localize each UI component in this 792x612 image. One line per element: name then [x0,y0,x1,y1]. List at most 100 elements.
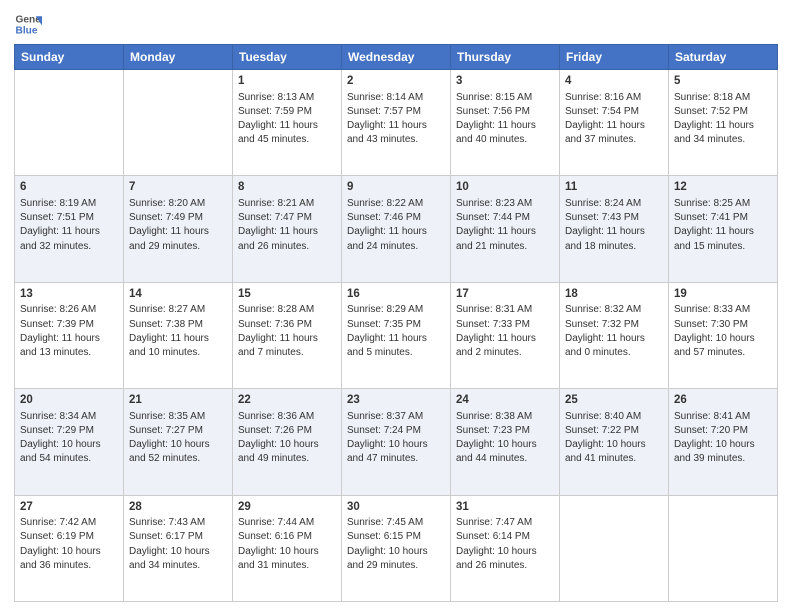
day-number: 7 [129,179,227,196]
calendar-cell: 4Sunrise: 8:16 AM Sunset: 7:54 PM Daylig… [560,70,669,176]
day-info: Sunrise: 7:47 AM Sunset: 6:14 PM Dayligh… [456,516,554,573]
day-number: 25 [565,392,663,409]
logo: General Blue [14,10,46,38]
calendar-cell: 27Sunrise: 7:42 AM Sunset: 6:19 PM Dayli… [15,495,124,601]
calendar-cell: 26Sunrise: 8:41 AM Sunset: 7:20 PM Dayli… [669,389,778,495]
svg-text:General: General [16,14,42,25]
calendar-cell: 14Sunrise: 8:27 AM Sunset: 7:38 PM Dayli… [124,282,233,388]
header: General Blue [14,10,778,38]
calendar-cell: 24Sunrise: 8:38 AM Sunset: 7:23 PM Dayli… [451,389,560,495]
calendar-cell: 10Sunrise: 8:23 AM Sunset: 7:44 PM Dayli… [451,176,560,282]
calendar-header-saturday: Saturday [669,45,778,70]
calendar-cell: 16Sunrise: 8:29 AM Sunset: 7:35 PM Dayli… [342,282,451,388]
day-number: 21 [129,392,227,409]
calendar-cell: 19Sunrise: 8:33 AM Sunset: 7:30 PM Dayli… [669,282,778,388]
day-number: 28 [129,499,227,516]
day-info: Sunrise: 8:29 AM Sunset: 7:35 PM Dayligh… [347,303,445,360]
day-info: Sunrise: 7:45 AM Sunset: 6:15 PM Dayligh… [347,516,445,573]
day-info: Sunrise: 8:32 AM Sunset: 7:32 PM Dayligh… [565,303,663,360]
day-number: 22 [238,392,336,409]
day-info: Sunrise: 7:42 AM Sunset: 6:19 PM Dayligh… [20,516,118,573]
calendar-week-1: 6Sunrise: 8:19 AM Sunset: 7:51 PM Daylig… [15,176,778,282]
day-info: Sunrise: 8:40 AM Sunset: 7:22 PM Dayligh… [565,410,663,467]
calendar-cell: 2Sunrise: 8:14 AM Sunset: 7:57 PM Daylig… [342,70,451,176]
day-number: 3 [456,73,554,90]
day-info: Sunrise: 8:22 AM Sunset: 7:46 PM Dayligh… [347,197,445,254]
calendar-week-3: 20Sunrise: 8:34 AM Sunset: 7:29 PM Dayli… [15,389,778,495]
day-info: Sunrise: 8:20 AM Sunset: 7:49 PM Dayligh… [129,197,227,254]
day-number: 19 [674,286,772,303]
calendar-cell: 11Sunrise: 8:24 AM Sunset: 7:43 PM Dayli… [560,176,669,282]
day-number: 12 [674,179,772,196]
day-info: Sunrise: 8:21 AM Sunset: 7:47 PM Dayligh… [238,197,336,254]
calendar-cell: 13Sunrise: 8:26 AM Sunset: 7:39 PM Dayli… [15,282,124,388]
day-info: Sunrise: 8:26 AM Sunset: 7:39 PM Dayligh… [20,303,118,360]
calendar-cell [124,70,233,176]
calendar-cell: 25Sunrise: 8:40 AM Sunset: 7:22 PM Dayli… [560,389,669,495]
day-info: Sunrise: 8:13 AM Sunset: 7:59 PM Dayligh… [238,91,336,148]
page: General Blue SundayMondayTuesdayWednesda… [0,0,792,612]
day-number: 4 [565,73,663,90]
calendar-cell: 12Sunrise: 8:25 AM Sunset: 7:41 PM Dayli… [669,176,778,282]
calendar-week-4: 27Sunrise: 7:42 AM Sunset: 6:19 PM Dayli… [15,495,778,601]
day-number: 16 [347,286,445,303]
calendar-cell [15,70,124,176]
day-number: 14 [129,286,227,303]
calendar-cell: 17Sunrise: 8:31 AM Sunset: 7:33 PM Dayli… [451,282,560,388]
day-info: Sunrise: 8:25 AM Sunset: 7:41 PM Dayligh… [674,197,772,254]
calendar-cell: 20Sunrise: 8:34 AM Sunset: 7:29 PM Dayli… [15,389,124,495]
day-info: Sunrise: 8:38 AM Sunset: 7:23 PM Dayligh… [456,410,554,467]
calendar-cell [560,495,669,601]
day-info: Sunrise: 8:24 AM Sunset: 7:43 PM Dayligh… [565,197,663,254]
day-info: Sunrise: 8:15 AM Sunset: 7:56 PM Dayligh… [456,91,554,148]
calendar-header-monday: Monday [124,45,233,70]
day-number: 15 [238,286,336,303]
calendar-cell: 23Sunrise: 8:37 AM Sunset: 7:24 PM Dayli… [342,389,451,495]
calendar-week-2: 13Sunrise: 8:26 AM Sunset: 7:39 PM Dayli… [15,282,778,388]
calendar-header-tuesday: Tuesday [233,45,342,70]
calendar-header-wednesday: Wednesday [342,45,451,70]
day-number: 18 [565,286,663,303]
day-number: 6 [20,179,118,196]
logo-icon: General Blue [14,10,42,38]
day-info: Sunrise: 8:16 AM Sunset: 7:54 PM Dayligh… [565,91,663,148]
calendar-header-row: SundayMondayTuesdayWednesdayThursdayFrid… [15,45,778,70]
day-number: 1 [238,73,336,90]
day-info: Sunrise: 8:28 AM Sunset: 7:36 PM Dayligh… [238,303,336,360]
day-info: Sunrise: 8:18 AM Sunset: 7:52 PM Dayligh… [674,91,772,148]
day-number: 5 [674,73,772,90]
calendar-cell: 31Sunrise: 7:47 AM Sunset: 6:14 PM Dayli… [451,495,560,601]
day-info: Sunrise: 8:14 AM Sunset: 7:57 PM Dayligh… [347,91,445,148]
calendar-cell: 1Sunrise: 8:13 AM Sunset: 7:59 PM Daylig… [233,70,342,176]
day-number: 30 [347,499,445,516]
day-number: 31 [456,499,554,516]
day-number: 20 [20,392,118,409]
calendar-week-0: 1Sunrise: 8:13 AM Sunset: 7:59 PM Daylig… [15,70,778,176]
day-number: 29 [238,499,336,516]
calendar-cell: 29Sunrise: 7:44 AM Sunset: 6:16 PM Dayli… [233,495,342,601]
calendar-cell: 22Sunrise: 8:36 AM Sunset: 7:26 PM Dayli… [233,389,342,495]
day-number: 26 [674,392,772,409]
calendar-header-sunday: Sunday [15,45,124,70]
calendar-table: SundayMondayTuesdayWednesdayThursdayFrid… [14,44,778,602]
day-info: Sunrise: 8:27 AM Sunset: 7:38 PM Dayligh… [129,303,227,360]
calendar-cell: 15Sunrise: 8:28 AM Sunset: 7:36 PM Dayli… [233,282,342,388]
calendar-cell: 28Sunrise: 7:43 AM Sunset: 6:17 PM Dayli… [124,495,233,601]
calendar-cell: 8Sunrise: 8:21 AM Sunset: 7:47 PM Daylig… [233,176,342,282]
day-info: Sunrise: 8:23 AM Sunset: 7:44 PM Dayligh… [456,197,554,254]
day-number: 24 [456,392,554,409]
calendar-cell: 7Sunrise: 8:20 AM Sunset: 7:49 PM Daylig… [124,176,233,282]
calendar-cell: 5Sunrise: 8:18 AM Sunset: 7:52 PM Daylig… [669,70,778,176]
day-info: Sunrise: 8:35 AM Sunset: 7:27 PM Dayligh… [129,410,227,467]
calendar-cell: 18Sunrise: 8:32 AM Sunset: 7:32 PM Dayli… [560,282,669,388]
svg-text:Blue: Blue [16,25,38,36]
day-number: 11 [565,179,663,196]
day-number: 2 [347,73,445,90]
day-info: Sunrise: 7:44 AM Sunset: 6:16 PM Dayligh… [238,516,336,573]
day-number: 23 [347,392,445,409]
calendar-header-friday: Friday [560,45,669,70]
day-number: 13 [20,286,118,303]
day-number: 17 [456,286,554,303]
day-info: Sunrise: 8:31 AM Sunset: 7:33 PM Dayligh… [456,303,554,360]
day-info: Sunrise: 8:36 AM Sunset: 7:26 PM Dayligh… [238,410,336,467]
